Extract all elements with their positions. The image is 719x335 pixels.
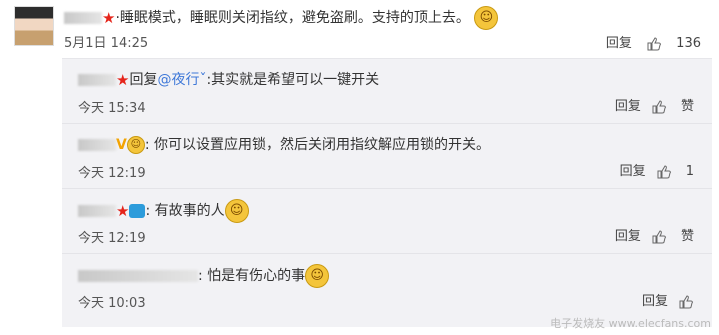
reply-text: : 怕是有伤心的事 bbox=[198, 268, 306, 284]
reply-item: : 怕是有伤心的事 ☺ 今天 10:03 回复 bbox=[62, 254, 712, 318]
comment-time: 5月1日 14:25 bbox=[64, 36, 149, 51]
username-blurred[interactable] bbox=[78, 74, 116, 86]
verified-badge: V bbox=[116, 137, 127, 153]
reply-prefix: 回复 bbox=[129, 72, 158, 88]
reply-button[interactable]: 回复 bbox=[615, 99, 641, 114]
star-icon: ★ bbox=[116, 71, 130, 89]
like-button[interactable]: 赞 bbox=[651, 229, 694, 244]
reply-button[interactable]: 回复 bbox=[615, 229, 641, 244]
avatar[interactable] bbox=[14, 6, 54, 46]
comment-actions: 回复 136 bbox=[596, 32, 701, 52]
reply-text: : 有故事的人 bbox=[145, 203, 225, 219]
like-count: 1 bbox=[685, 164, 694, 179]
thumb-icon bbox=[657, 164, 671, 178]
reply-text: :其实就是希望可以一键开关 bbox=[206, 72, 380, 88]
comment-line: ★·睡眠模式，睡眠则关闭指纹，避免盗刷。支持的顶上去。 ☺ bbox=[64, 6, 499, 30]
reply-item: ★回复@夜行ˇ:其实就是希望可以一键开关 今天 15:34 回复 赞 bbox=[62, 59, 712, 124]
reply-time: 今天 12:19 bbox=[78, 231, 146, 246]
reply-item: V ☺: 你可以设置应用锁，然后关闭用指纹解应用锁的开关。 今天 12:19 回复… bbox=[62, 124, 712, 189]
emoji-icon: ☺ bbox=[305, 264, 330, 288]
like-button[interactable] bbox=[678, 294, 694, 309]
reply-time: 今天 12:19 bbox=[78, 166, 146, 181]
mention-link[interactable]: @夜行ˇ bbox=[157, 72, 206, 88]
like-label: 赞 bbox=[680, 229, 694, 244]
replies-panel: ★回复@夜行ˇ:其实就是希望可以一键开关 今天 15:34 回复 赞 V ☺: 你… bbox=[62, 58, 712, 327]
like-button[interactable]: 136 bbox=[646, 36, 701, 51]
like-button[interactable]: 1 bbox=[656, 164, 694, 179]
reply-button[interactable]: 回复 bbox=[606, 36, 632, 51]
like-button[interactable]: 赞 bbox=[651, 99, 694, 114]
username-blurred[interactable] bbox=[78, 205, 116, 217]
emoji-icon: ☺ bbox=[126, 136, 145, 154]
thumb-icon bbox=[652, 229, 666, 243]
username-blurred[interactable] bbox=[78, 270, 198, 282]
main-comment: ★·睡眠模式，睡眠则关闭指纹，避免盗刷。支持的顶上去。 ☺ 5月1日 14:25… bbox=[0, 0, 719, 58]
reply-button[interactable]: 回复 bbox=[642, 294, 668, 309]
camera-icon bbox=[129, 204, 146, 218]
emoji-icon: ☺ bbox=[474, 6, 499, 30]
reply-text: : 你可以设置应用锁，然后关闭用指纹解应用锁的开关。 bbox=[144, 137, 491, 153]
emoji-icon: ☺ bbox=[224, 199, 249, 223]
star-icon: ★ bbox=[102, 9, 116, 27]
watermark: 电子发烧友 www.elecfans.com bbox=[550, 317, 711, 330]
like-label: 赞 bbox=[680, 99, 694, 114]
thumb-icon bbox=[647, 36, 661, 50]
reply-item: ★ : 有故事的人 ☺ 今天 12:19 回复 赞 bbox=[62, 189, 712, 254]
thumb-icon bbox=[679, 294, 693, 308]
reply-time: 今天 10:03 bbox=[78, 296, 146, 311]
reply-button[interactable]: 回复 bbox=[620, 164, 646, 179]
comment-text: 睡眠模式，睡眠则关闭指纹，避免盗刷。支持的顶上去。 bbox=[119, 10, 470, 26]
thumb-icon bbox=[652, 99, 666, 113]
star-icon: ★ bbox=[116, 202, 130, 220]
username-blurred[interactable] bbox=[78, 139, 116, 151]
like-count: 136 bbox=[676, 36, 701, 51]
reply-time: 今天 15:34 bbox=[78, 101, 146, 116]
username-blurred[interactable] bbox=[64, 12, 102, 24]
